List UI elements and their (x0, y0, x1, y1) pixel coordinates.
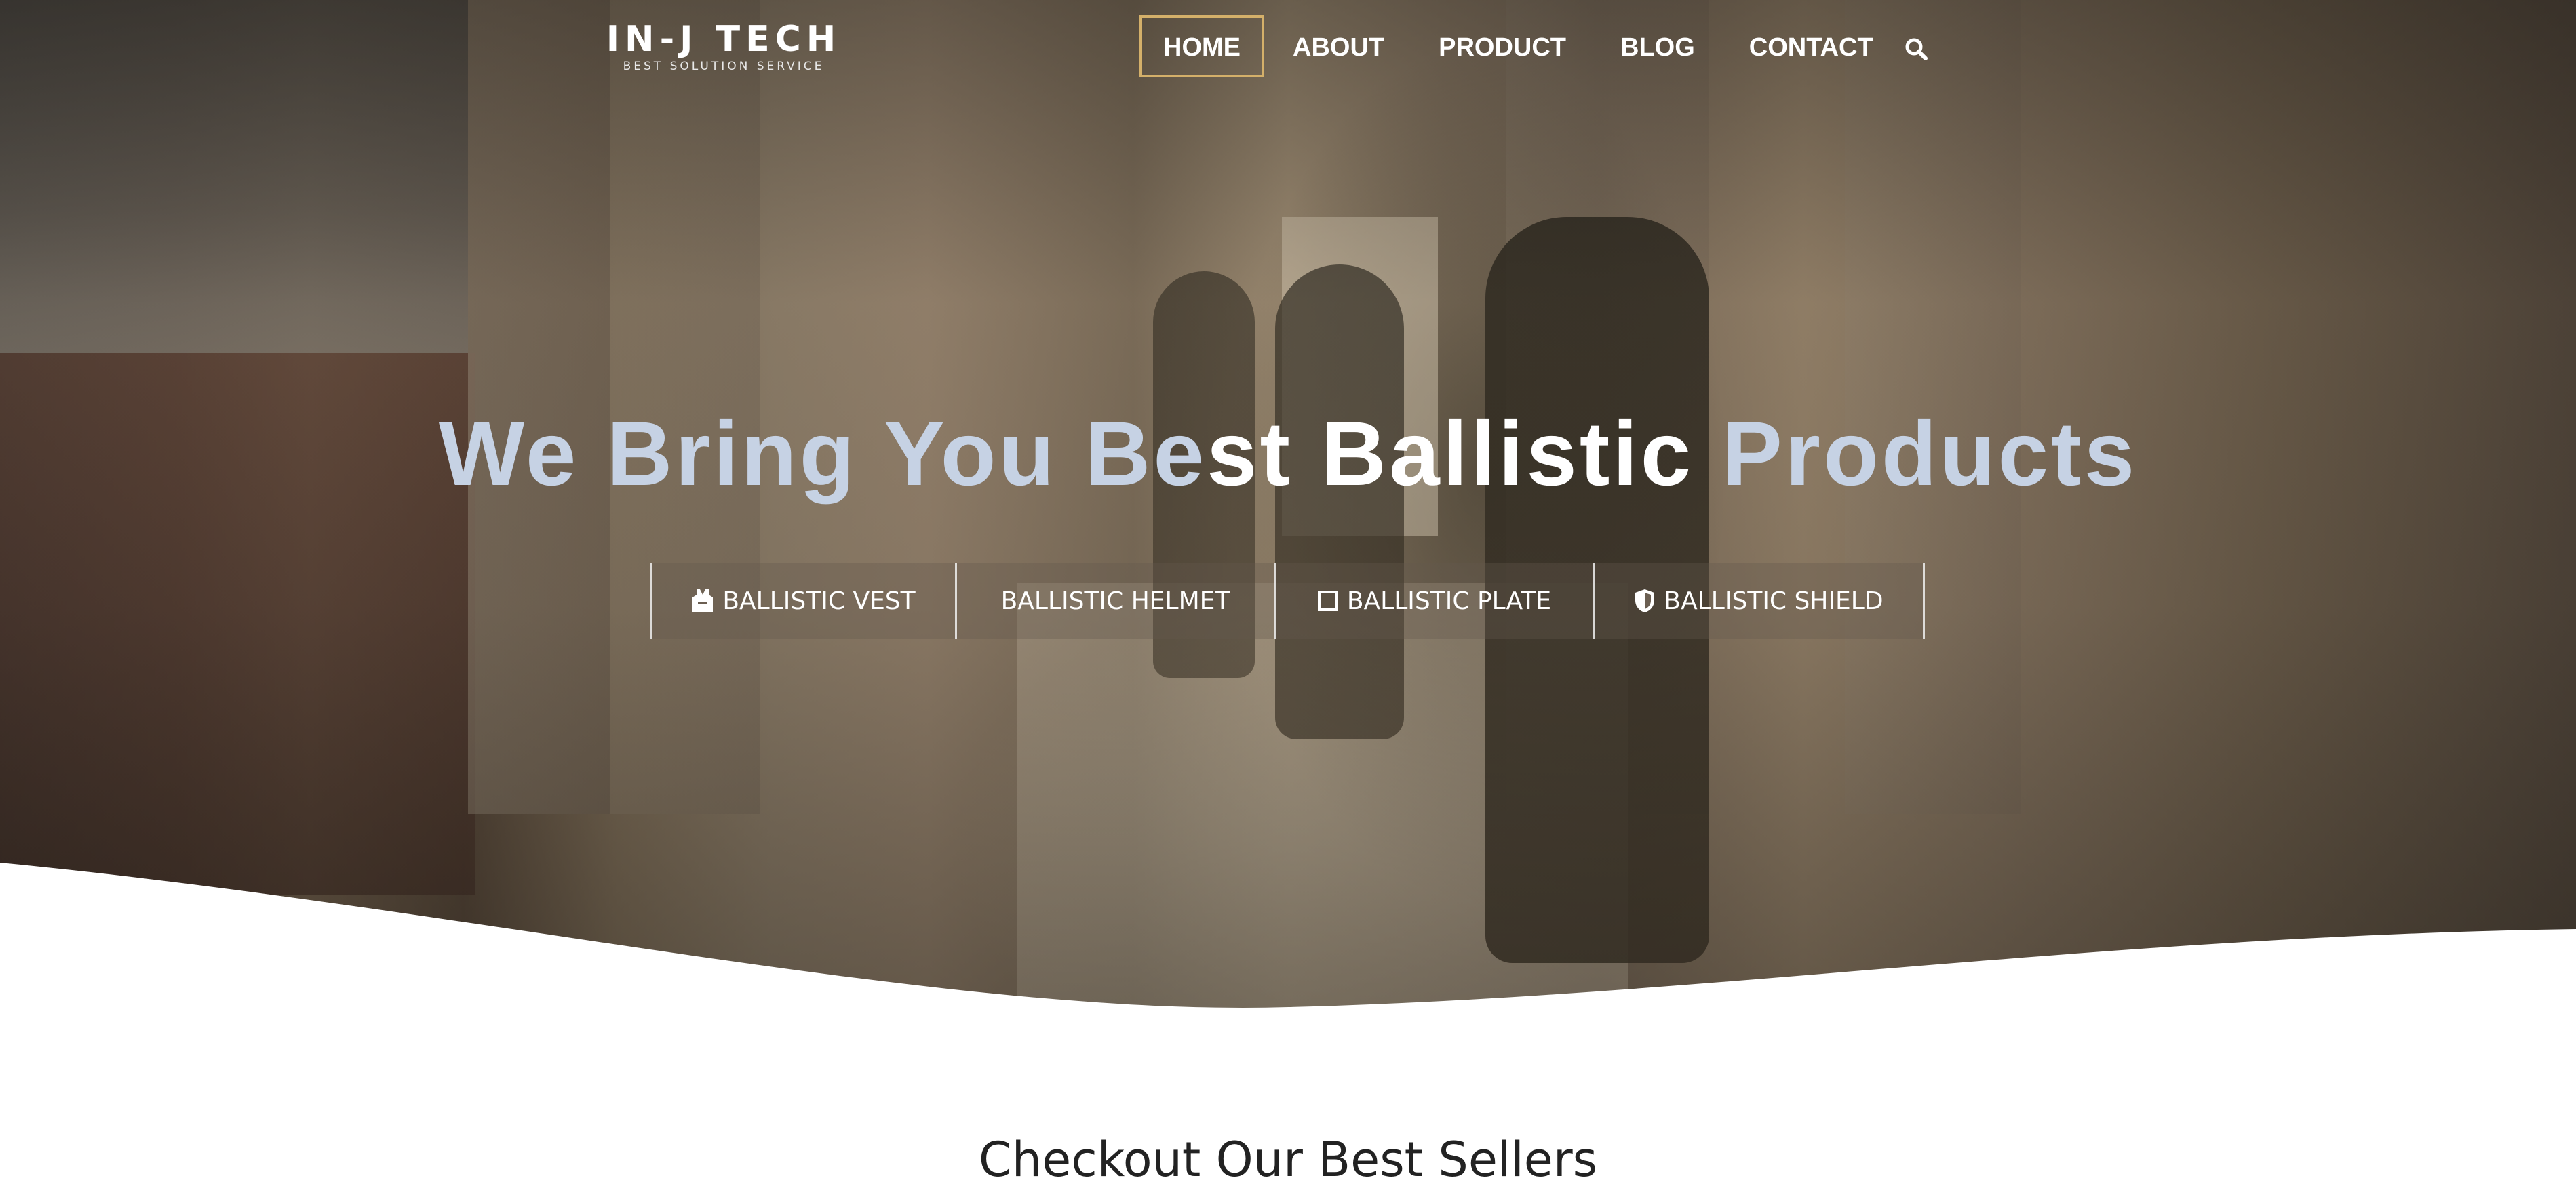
brand-logo[interactable]: IN-J TECH BEST SOLUTION SERVICE (593, 20, 855, 75)
search-icon (1905, 38, 1928, 60)
headline-part-3: Products (1694, 404, 2138, 505)
category-label: BALLISTIC HELMET (1000, 587, 1230, 615)
nav-item-blog[interactable]: BLOG (1595, 15, 1721, 77)
brand-tagline: BEST SOLUTION SERVICE (623, 60, 825, 73)
nav-item-contact[interactable]: CONTACT (1723, 15, 1899, 77)
category-label: BALLISTIC VEST (722, 587, 916, 615)
category-ballistic-vest[interactable]: BALLISTIC VEST (650, 563, 955, 639)
category-bar: BALLISTIC VEST BALLISTIC HELMET BALLISTI… (650, 563, 1925, 639)
category-ballistic-plate[interactable]: BALLISTIC PLATE (1274, 563, 1593, 639)
best-sellers-title: Checkout Our Best Sellers (978, 1132, 1598, 1187)
brand-name: IN-J TECH (606, 19, 842, 60)
headline-part-1: We Bring You Be (438, 404, 1207, 505)
nav-item-home[interactable]: HOME (1139, 15, 1264, 77)
nav-item-about[interactable]: ABOUT (1267, 15, 1410, 77)
category-ballistic-shield[interactable]: BALLISTIC SHIELD (1593, 563, 1925, 639)
category-ballistic-helmet[interactable]: BALLISTIC HELMET (955, 563, 1274, 639)
category-label: BALLISTIC SHIELD (1664, 587, 1884, 615)
shield-icon (1635, 589, 1655, 612)
hero-headline: We Bring You Best Ballistic Products (0, 400, 2576, 509)
square-icon (1317, 591, 1338, 611)
category-label: BALLISTIC PLATE (1346, 587, 1552, 615)
search-button[interactable] (1892, 22, 1940, 76)
vest-icon (692, 589, 714, 612)
nav-item-product[interactable]: PRODUCT (1413, 15, 1592, 77)
main-nav: HOME ABOUT PRODUCT BLOG CONTACT (1139, 15, 1902, 77)
headline-part-2: st Ballistic (1206, 404, 1694, 505)
